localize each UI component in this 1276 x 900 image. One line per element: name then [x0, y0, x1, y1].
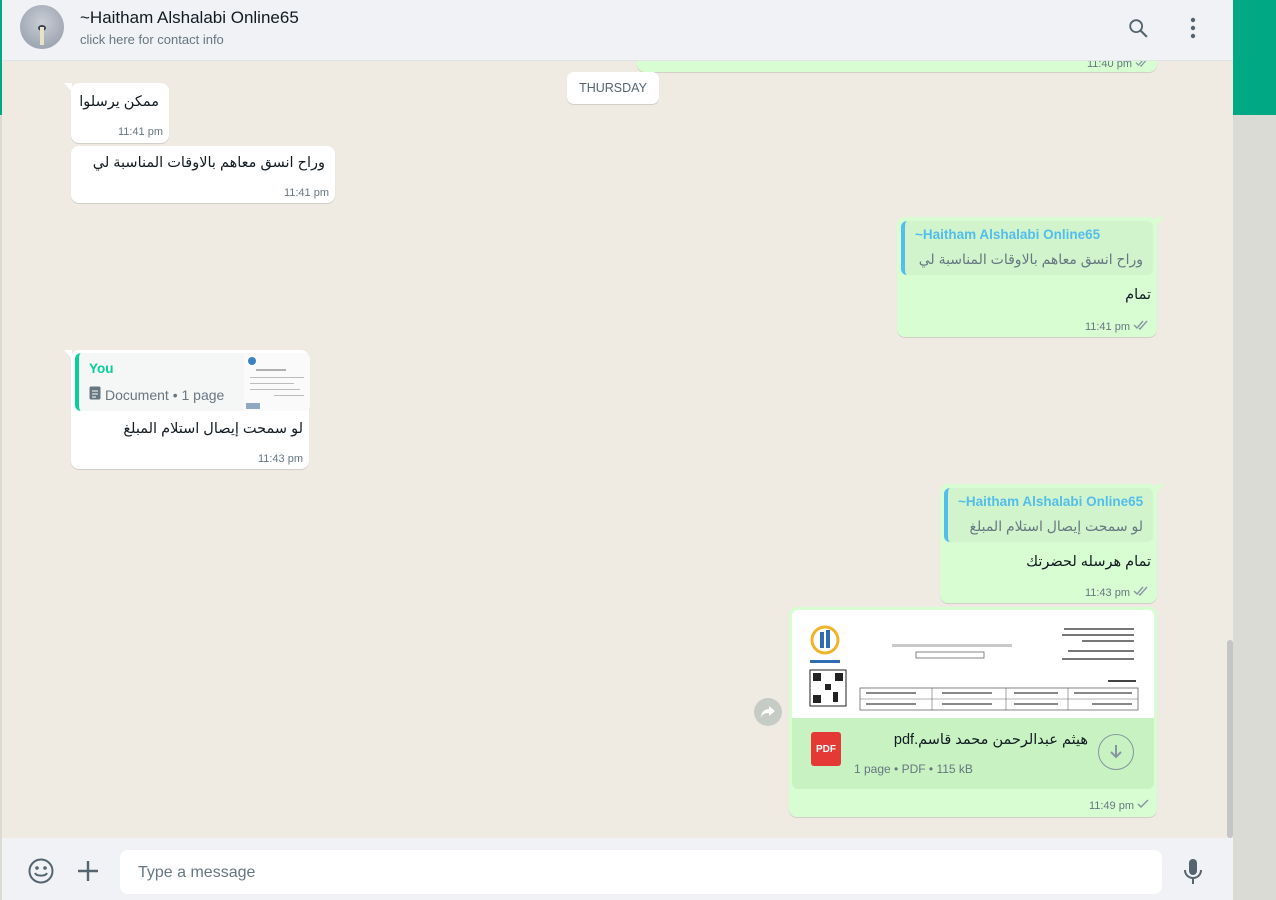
document-icon: [89, 386, 101, 403]
message-input-box[interactable]: [120, 850, 1162, 896]
message-bubble-outgoing[interactable]: ~Haitham Alshalabi Online65 لو سمحت إيصا…: [940, 484, 1164, 603]
pdf-file-icon: PDF: [811, 732, 841, 766]
document-file-name: هيثم عبدالرحمن محمد قاسم.pdf: [893, 732, 1088, 748]
message-time: 11:41 pm: [283, 187, 329, 199]
message-text: تمام هرسله لحضرتك: [1026, 554, 1151, 570]
message-time: 11:49 pm: [1088, 799, 1134, 812]
chat-scrollbar[interactable]: [1227, 640, 1233, 838]
message-list[interactable]: 11:40 pm THURSDAY ممكن يرسلوا 11:41 pm و…: [2, 61, 1233, 838]
message-composer: [2, 838, 1233, 900]
chat-window: ~Haitham Alshalabi Online65 click here f…: [2, 0, 1233, 900]
quoted-text: Document • 1 page: [105, 386, 225, 403]
date-divider: THURSDAY: [567, 72, 659, 104]
forward-button[interactable]: [754, 698, 782, 726]
double-check-icon: [1133, 586, 1149, 599]
quoted-message[interactable]: You Document • 1 page: [75, 353, 310, 411]
double-check-icon: [1135, 61, 1149, 70]
message-text: لو سمحت إيصال استلام المبلغ: [123, 421, 303, 437]
quoted-text: وراح انسق معاهم بالاوقات المناسبة لي: [918, 251, 1143, 267]
download-icon[interactable]: [1098, 734, 1134, 770]
search-icon[interactable]: [1124, 14, 1152, 42]
message-bubble-outgoing[interactable]: 11:40 pm: [637, 61, 1157, 72]
contact-name[interactable]: ~Haitham Alshalabi Online65: [80, 8, 299, 28]
chat-header[interactable]: ~Haitham Alshalabi Online65 click here f…: [2, 0, 1233, 61]
contact-info-hint[interactable]: click here for contact info: [80, 32, 224, 47]
message-time: 11:41 pm: [117, 126, 163, 138]
single-check-icon: [1137, 799, 1149, 812]
document-info-bar[interactable]: PDF هيثم عبدالرحمن محمد قاسم.pdf 1 page …: [792, 718, 1154, 789]
document-preview[interactable]: [792, 610, 1154, 718]
quoted-message[interactable]: ~Haitham Alshalabi Online65 وراح انسق مع…: [901, 221, 1153, 275]
app-background-side: [1233, 115, 1276, 900]
message-text: تمام: [1125, 287, 1151, 303]
message-text: ممكن يرسلوا: [79, 94, 159, 110]
quoted-sender-name: ~Haitham Alshalabi Online65: [958, 494, 1144, 509]
document-thumbnail: [244, 353, 310, 411]
message-bubble-incoming[interactable]: ممكن يرسلوا 11:41 pm: [64, 83, 169, 143]
emoji-icon[interactable]: [27, 857, 55, 885]
more-vertical-icon[interactable]: [1179, 14, 1207, 42]
quoted-message[interactable]: ~Haitham Alshalabi Online65 لو سمحت إيصا…: [944, 488, 1153, 542]
message-time: 11:40 pm: [1086, 61, 1132, 70]
message-text: وراح انسق معاهم بالاوقات المناسبة لي: [92, 155, 325, 171]
document-file-meta: 1 page • PDF • 115 kB: [854, 762, 973, 776]
message-time: 11:43 pm: [1084, 586, 1130, 599]
message-input[interactable]: [136, 850, 1150, 896]
contact-avatar[interactable]: [20, 5, 64, 49]
message-time: 11:43 pm: [257, 453, 303, 465]
plus-icon[interactable]: [76, 859, 100, 883]
document-message-bubble[interactable]: PDF هيثم عبدالرحمن محمد قاسم.pdf 1 page …: [789, 607, 1157, 817]
message-bubble-incoming[interactable]: وراح انسق معاهم بالاوقات المناسبة لي 11:…: [71, 146, 335, 203]
quoted-text: لو سمحت إيصال استلام المبلغ: [969, 518, 1143, 534]
double-check-icon: [1133, 320, 1149, 333]
quoted-sender-name: You: [89, 361, 114, 376]
quoted-sender-name: ~Haitham Alshalabi Online65: [915, 227, 1101, 242]
message-bubble-outgoing[interactable]: ~Haitham Alshalabi Online65 وراح انسق مع…: [897, 217, 1164, 337]
message-time: 11:41 pm: [1084, 320, 1130, 333]
microphone-icon[interactable]: [1181, 858, 1205, 886]
message-bubble-incoming[interactable]: You Document • 1 page لو سمحت إيصال استل…: [64, 350, 310, 469]
